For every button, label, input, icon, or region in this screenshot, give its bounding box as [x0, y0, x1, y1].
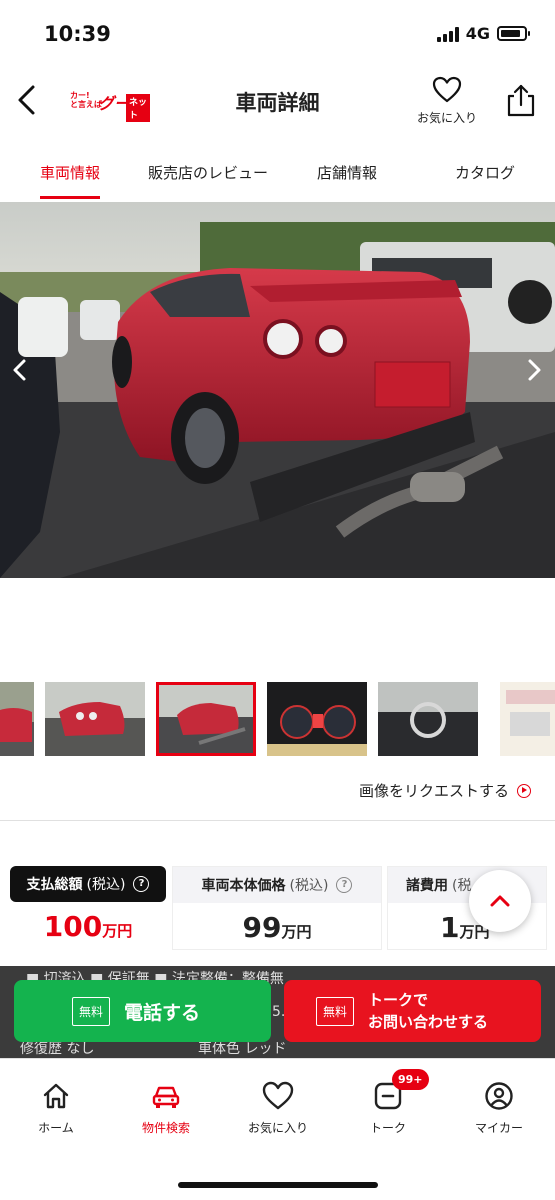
favorite-button[interactable]: お気に入り [412, 76, 482, 126]
request-images-link[interactable]: 画像をリクエストする [359, 780, 531, 801]
thumbnail-5[interactable] [378, 682, 478, 756]
scroll-to-top-button[interactable] [469, 870, 531, 932]
nav-favorites-label: お気に入り [247, 1121, 308, 1135]
call-label: 電話する [124, 1001, 201, 1024]
body-price-box: 車両本体価格 (税込) ? 99万円 [172, 866, 382, 950]
home-icon [43, 1083, 69, 1109]
help-icon[interactable]: ? [133, 876, 150, 892]
talk-label-line1: トークで [368, 991, 429, 1009]
thumbnail-1[interactable] [0, 682, 34, 756]
talk-label-line2: お問い合わせする [368, 1013, 489, 1031]
share-icon [507, 84, 535, 117]
status-time: 10:39 [44, 22, 111, 46]
status-bar: 10:39 4G [0, 0, 555, 68]
thumbnail-6[interactable] [500, 682, 555, 756]
favorite-label: お気に入り [416, 111, 477, 125]
car-icon [152, 1086, 180, 1108]
notification-badge: 99+ [392, 1069, 429, 1090]
user-icon [485, 1082, 513, 1110]
bottom-navigation: ホーム 物件検索 お気に入り 99+ トーク マイカー [0, 1058, 555, 1200]
nav-talk[interactable]: 99+ トーク [348, 1069, 429, 1136]
nav-search[interactable]: 物件検索 [126, 1081, 206, 1136]
total-price-unit: 万円 [102, 922, 133, 940]
share-button[interactable] [505, 82, 537, 118]
total-price-header: 支払総額 (税込) ? [10, 866, 166, 902]
total-price-tax: (税込) [86, 877, 126, 893]
help-icon[interactable]: ? [336, 877, 353, 893]
nav-favorites[interactable]: お気に入り [238, 1081, 318, 1136]
total-price-box: 支払総額 (税込) ? 100万円 [10, 866, 166, 950]
signal-icon [436, 26, 459, 42]
tab-catalog[interactable]: カタログ [455, 162, 515, 183]
detail-tabs: 車両情報 販売店のレビュー 店舗情報 カタログ [0, 150, 555, 202]
main-car-photo[interactable] [0, 202, 555, 578]
talk-inquiry-button[interactable]: 無料 トークで お問い合わせする [284, 980, 541, 1042]
body-price-label: 車両本体価格 [201, 878, 286, 894]
chevron-up-icon [490, 895, 510, 907]
total-price-label: 支払総額 [26, 877, 83, 893]
app-header: カー! と言えば グー ネット 車両詳細 お気に入り [0, 68, 555, 140]
active-tab-indicator [40, 196, 100, 199]
heart-icon [432, 76, 462, 103]
thumbnail-2[interactable] [45, 682, 145, 756]
body-price-header: 車両本体価格 (税込) ? [173, 867, 381, 903]
nav-home[interactable]: ホーム [16, 1081, 96, 1136]
play-circle-icon [517, 783, 531, 798]
body-price-unit: 万円 [281, 923, 312, 941]
body-price-tax: (税込) [289, 878, 329, 894]
contact-action-bar: ■ 切済込 ■ 保証無 ■ 法定整備：整備無 5. 修復歴 なし 車体色 レッド… [0, 966, 555, 1058]
network-type: 4G [465, 24, 490, 43]
heart-icon [262, 1081, 294, 1110]
thumbnail-4[interactable] [267, 682, 367, 756]
photo-prev-button[interactable] [8, 355, 32, 385]
nav-mycar[interactable]: マイカー [459, 1081, 539, 1136]
chevron-right-icon [528, 359, 541, 381]
section-divider [0, 820, 555, 821]
total-price-value: 100 [43, 910, 103, 943]
fees-value: 1 [440, 911, 460, 944]
request-images-label: 画像をリクエストする [358, 782, 509, 800]
fees-label: 諸費用 [406, 878, 448, 894]
tab-store-info[interactable]: 店舗情報 [317, 162, 377, 183]
free-tag: 無料 [72, 996, 111, 1026]
thumbnail-strip [0, 680, 555, 758]
call-button[interactable]: 無料 電話する [14, 980, 271, 1042]
free-tag: 無料 [316, 996, 355, 1026]
body-price-value: 99 [242, 911, 282, 944]
thumbnail-3-selected[interactable] [156, 682, 256, 756]
nav-talk-label: トーク [369, 1121, 406, 1135]
chevron-left-icon [13, 359, 26, 381]
nav-search-label: 物件検索 [141, 1121, 190, 1135]
photo-next-button[interactable] [522, 355, 546, 385]
tab-vehicle-info[interactable]: 車両情報 [40, 162, 100, 183]
nav-mycar-label: マイカー [474, 1121, 523, 1135]
home-indicator [178, 1182, 378, 1188]
nav-home-label: ホーム [38, 1121, 74, 1135]
tab-dealer-reviews[interactable]: 販売店のレビュー [148, 162, 268, 183]
battery-icon [497, 26, 530, 41]
